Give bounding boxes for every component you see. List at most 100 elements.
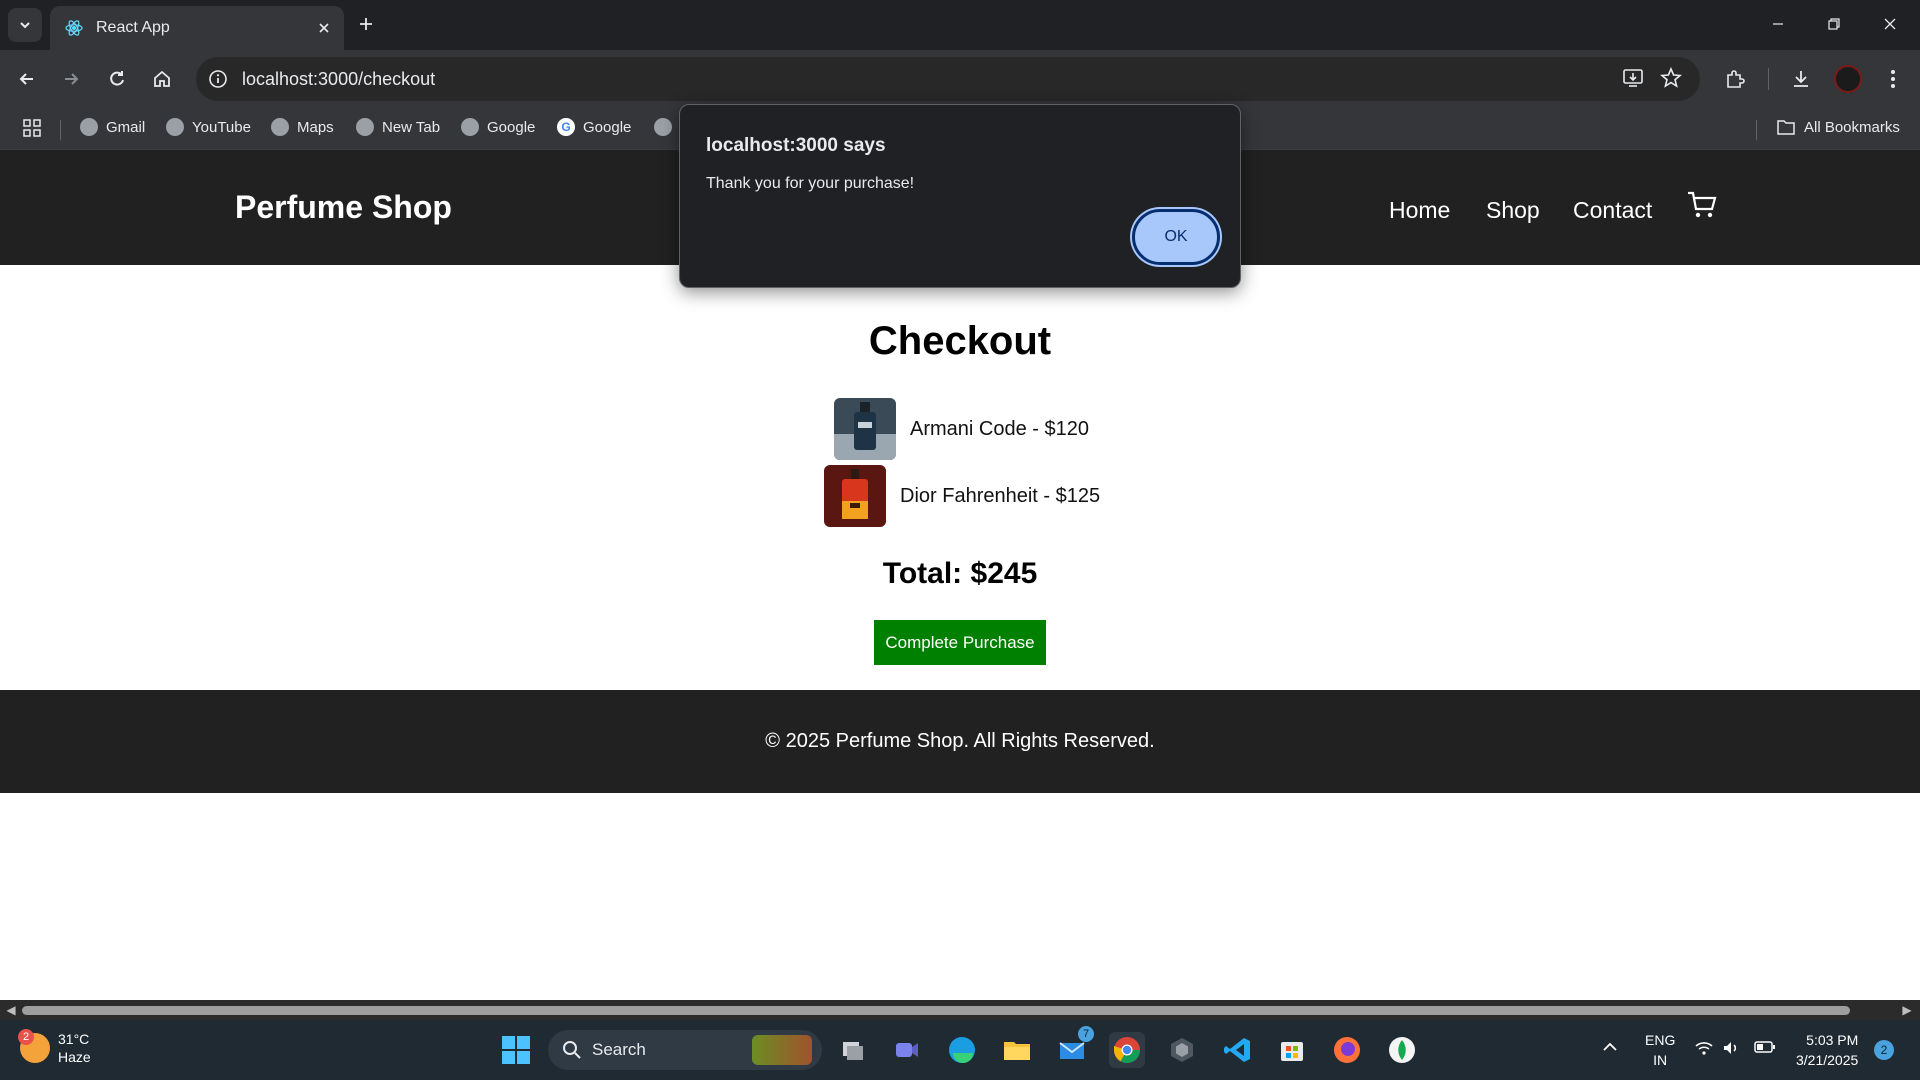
clock-time: 5:03 PM — [1806, 1032, 1859, 1048]
dialog-message: Thank you for your purchase! — [706, 175, 915, 192]
new-tab-button[interactable] — [354, 12, 378, 36]
cart-item: Dior Fahrenheit - $125 — [824, 465, 1100, 527]
bookmark-label: YouTube — [192, 118, 251, 136]
notification-badge[interactable]: 2 — [1874, 1040, 1894, 1060]
mongodb-compass-button[interactable] — [1384, 1032, 1420, 1068]
bookmark-google[interactable]: Google — [461, 118, 535, 136]
bookmark-label: New Tab — [382, 118, 441, 136]
app-button[interactable] — [1164, 1032, 1200, 1068]
show-hidden-icons[interactable] — [1602, 1040, 1618, 1056]
extensions-button[interactable] — [1720, 64, 1750, 94]
meet-icon — [896, 1043, 918, 1057]
apps-button[interactable] — [22, 118, 42, 138]
close-icon — [1884, 18, 1896, 30]
bookmarks-divider — [60, 120, 61, 140]
bookmark-google-2[interactable]: G Google — [557, 118, 631, 136]
cart-item-label: Dior Fahrenheit - $125 — [900, 484, 1101, 507]
downloads-button[interactable] — [1786, 64, 1816, 94]
all-bookmarks-label: All Bookmarks — [1804, 118, 1900, 136]
firefox-button[interactable] — [1329, 1032, 1365, 1068]
cart-icon[interactable] — [1686, 189, 1718, 221]
bookmark-more[interactable] — [654, 118, 672, 136]
profile-avatar[interactable] — [1834, 65, 1862, 93]
bookmark-youtube[interactable]: YouTube — [166, 118, 251, 136]
file-explorer-button[interactable] — [999, 1032, 1035, 1068]
start-button[interactable] — [498, 1032, 534, 1068]
nav-contact-link[interactable]: Contact — [1573, 197, 1652, 224]
bookmark-gmail[interactable]: Gmail — [80, 118, 145, 136]
address-bar[interactable]: localhost:3000/checkout — [196, 57, 1700, 101]
scroll-right-arrow[interactable]: ▶ — [1900, 1003, 1914, 1017]
window-close-button[interactable] — [1862, 0, 1918, 48]
browser-tabstrip: React App — [0, 0, 1920, 50]
taskbar-search[interactable]: Search — [548, 1030, 822, 1070]
download-icon — [1794, 71, 1808, 87]
browser-menu-button[interactable] — [1878, 64, 1908, 94]
alert-dialog: localhost:3000 says Thank you for your p… — [679, 104, 1241, 288]
battery-icon[interactable] — [1754, 1040, 1776, 1057]
nav-home-link[interactable]: Home — [1389, 197, 1450, 224]
temperature: 31°C — [58, 1031, 90, 1047]
minimize-button[interactable] — [1750, 0, 1806, 48]
vscode-button[interactable] — [1219, 1032, 1255, 1068]
tab-title: React App — [96, 19, 170, 36]
bookmark-star-icon[interactable] — [1659, 66, 1683, 94]
windows-icon — [502, 1036, 530, 1064]
globe-icon — [356, 118, 374, 136]
forward-button[interactable] — [56, 64, 86, 94]
bookmark-maps[interactable]: Maps — [271, 118, 334, 136]
scroll-left-arrow[interactable]: ◀ — [4, 1003, 18, 1017]
store-button[interactable] — [1274, 1032, 1310, 1068]
weather-badge: 2 — [18, 1029, 34, 1045]
bookmark-label: Gmail — [106, 118, 146, 136]
tab-react-app[interactable]: React App — [50, 6, 344, 50]
horizontal-scrollbar[interactable]: ◀ ▶ — [0, 1000, 1920, 1020]
volume-icon[interactable] — [1722, 1040, 1740, 1059]
reload-button[interactable] — [102, 64, 132, 94]
complete-purchase-button[interactable]: Complete Purchase — [874, 620, 1046, 665]
nav-shop-link[interactable]: Shop — [1486, 197, 1540, 224]
folder-icon — [1777, 120, 1795, 135]
install-app-icon[interactable] — [1622, 67, 1644, 94]
tab-close-button[interactable] — [314, 18, 334, 38]
clock-date: 3/21/2025 — [1796, 1052, 1859, 1068]
globe-icon — [166, 118, 184, 136]
language-indicator[interactable]: ENG IN — [1645, 1030, 1675, 1070]
tab-search-button[interactable] — [8, 8, 42, 42]
globe-icon — [654, 118, 672, 136]
url-text[interactable]: localhost:3000/checkout — [242, 69, 435, 90]
language-code: ENG — [1645, 1032, 1676, 1048]
edge-button[interactable] — [944, 1032, 980, 1068]
weather-widget[interactable]: 2 31°C Haze — [18, 1029, 91, 1066]
more-vert-icon — [1891, 70, 1895, 88]
dialog-title: localhost:3000 says — [706, 135, 886, 156]
close-icon — [319, 23, 329, 33]
mail-badge: 7 — [1078, 1026, 1094, 1042]
puzzle-icon — [1727, 70, 1745, 88]
weather-icon: 2 — [18, 1029, 50, 1063]
mail-button[interactable]: 7 — [1054, 1026, 1094, 1068]
toolbar-divider — [1768, 68, 1769, 90]
bookmarks-divider — [1756, 120, 1757, 140]
home-icon — [154, 70, 170, 87]
weather-condition: Haze — [58, 1049, 91, 1065]
chrome-button[interactable] — [1109, 1032, 1145, 1068]
site-brand[interactable]: Perfume Shop — [235, 189, 452, 226]
search-highlight-image — [752, 1035, 812, 1065]
restore-button[interactable] — [1806, 0, 1862, 48]
dialog-ok-button[interactable]: OK — [1132, 209, 1220, 265]
back-button[interactable] — [12, 64, 42, 94]
google-icon: G — [557, 118, 575, 136]
edge-icon — [949, 1037, 975, 1063]
all-bookmarks-button[interactable]: All Bookmarks — [1776, 118, 1900, 136]
wifi-icon[interactable] — [1694, 1040, 1714, 1059]
site-info-icon[interactable] — [206, 67, 230, 91]
chevron-up-icon — [1603, 1042, 1617, 1051]
task-view-button[interactable] — [835, 1032, 871, 1068]
system-clock[interactable]: 5:03 PM 3/21/2025 — [1796, 1030, 1858, 1070]
scrollbar-thumb[interactable] — [22, 1006, 1850, 1015]
home-button[interactable] — [147, 64, 177, 94]
teams-button[interactable] — [889, 1032, 925, 1068]
react-icon — [65, 20, 83, 36]
bookmark-new-tab[interactable]: New Tab — [356, 118, 440, 136]
